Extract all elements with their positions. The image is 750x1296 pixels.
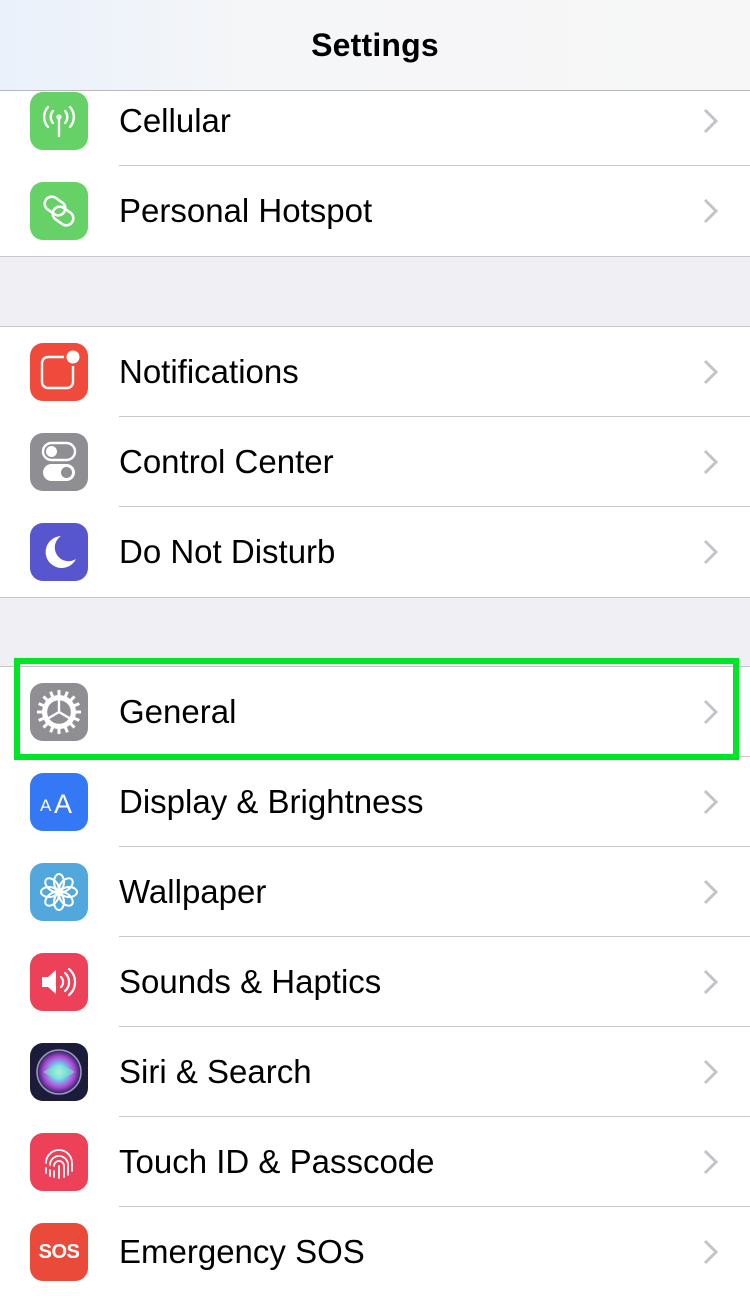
notification-badge-icon [30,343,88,401]
settings-row-label: Control Center [119,443,334,480]
chevron-right-icon [703,879,719,905]
toggle-switches-icon [30,433,88,491]
settings-row-personal-hotspot[interactable]: Personal Hotspot [0,166,750,256]
settings-row-siri-search[interactable]: Siri & Search [0,1027,750,1117]
settings-row-sounds-haptics[interactable]: Sounds & Haptics [0,937,750,1027]
sos-icon-text: SOS [38,1240,80,1263]
settings-group-general: General AA Display & Brightness Wallpape… [0,666,750,1296]
chevron-right-icon [703,449,719,475]
settings-row-label: Display & Brightness [119,783,424,820]
antenna-icon [30,92,88,150]
settings-row-label: Personal Hotspot [119,192,373,229]
chevron-right-icon [703,1149,719,1175]
chevron-right-icon [703,1239,719,1265]
chevron-right-icon [703,108,719,134]
settings-row-label: Emergency SOS [119,1233,365,1270]
chevron-right-icon [703,198,719,224]
chevron-right-icon [703,699,719,725]
speaker-icon [30,953,88,1011]
text-size-aa-icon: AA [30,773,88,831]
svg-text:A: A [40,796,52,815]
siri-icon [30,1043,88,1101]
page-title: Settings [311,26,439,63]
settings-row-emergency-sos[interactable]: SOS Emergency SOS [0,1207,750,1296]
settings-row-label: Wallpaper [119,873,267,910]
chevron-right-icon [703,789,719,815]
settings-row-label: Do Not Disturb [119,533,336,570]
chevron-right-icon [703,1059,719,1085]
chevron-right-icon [703,359,719,385]
settings-row-label: Touch ID & Passcode [119,1143,435,1180]
crescent-moon-icon [30,523,88,581]
flower-icon [30,863,88,921]
settings-row-label: Cellular [119,102,231,139]
sos-icon: SOS [30,1223,88,1281]
settings-row-wallpaper[interactable]: Wallpaper [0,847,750,937]
chain-link-icon [30,182,88,240]
settings-row-label: Siri & Search [119,1053,312,1090]
settings-row-display-brightness[interactable]: AA Display & Brightness [0,757,750,847]
svg-text:A: A [54,789,72,819]
navigation-bar: Settings [0,0,750,91]
settings-row-control-center[interactable]: Control Center [0,417,750,507]
settings-row-notifications[interactable]: Notifications [0,327,750,417]
chevron-right-icon [703,969,719,995]
gear-icon [30,683,88,741]
chevron-right-icon [703,539,719,565]
settings-row-label: Sounds & Haptics [119,963,382,1000]
settings-group-connectivity: Cellular Personal Hotspot [0,76,750,257]
settings-group-notifications: Notifications Control Center Do Not Dist… [0,326,750,598]
settings-row-label: General [119,693,237,730]
fingerprint-icon [30,1133,88,1191]
settings-row-touch-id-passcode[interactable]: Touch ID & Passcode [0,1117,750,1207]
settings-row-label: Notifications [119,353,299,390]
settings-row-general[interactable]: General [0,667,750,757]
settings-row-do-not-disturb[interactable]: Do Not Disturb [0,507,750,597]
